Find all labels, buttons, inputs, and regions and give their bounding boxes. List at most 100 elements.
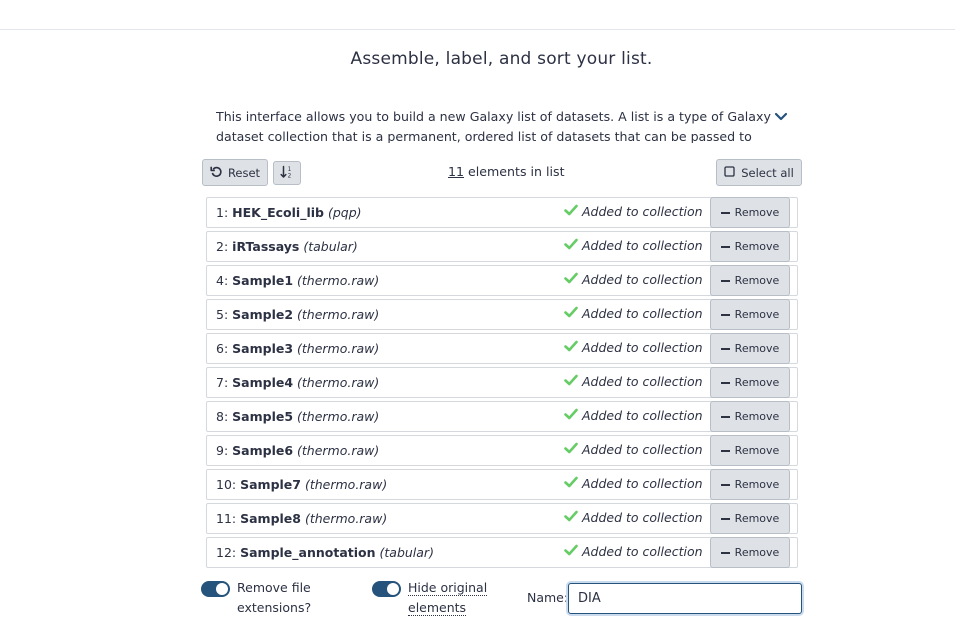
list-item[interactable]: 2: iRTassays (tabular) Added to collectio…: [206, 231, 798, 262]
element-label: 9: Sample6 (thermo.raw): [216, 443, 379, 458]
remove-extensions-toggle[interactable]: [201, 581, 230, 597]
minus-icon: [720, 449, 730, 452]
element-index: 8:: [216, 409, 229, 424]
element-extension: (tabular): [379, 545, 434, 560]
list-item[interactable]: 4: Sample1 (thermo.raw) Added to collecti…: [206, 265, 798, 296]
element-index: 7:: [216, 375, 229, 390]
element-index: 10:: [216, 477, 237, 492]
remove-label: Remove: [734, 512, 780, 525]
element-index: 1:: [216, 205, 229, 220]
minus-icon: [720, 279, 730, 282]
minus-icon: [720, 517, 730, 520]
remove-label: Remove: [734, 410, 780, 423]
element-status: Added to collection: [564, 510, 703, 525]
element-status: Added to collection: [564, 408, 703, 423]
remove-label: Remove: [734, 342, 780, 355]
remove-button[interactable]: Remove: [710, 503, 790, 534]
remove-button[interactable]: Remove: [710, 435, 790, 466]
element-extension: (thermo.raw): [297, 409, 380, 424]
element-status-text: Added to collection: [582, 272, 703, 287]
remove-button[interactable]: Remove: [710, 299, 790, 330]
svg-text:2: 2: [288, 173, 292, 179]
element-status: Added to collection: [564, 476, 703, 491]
remove-label: Remove: [734, 376, 780, 389]
list-item[interactable]: 7: Sample4 (thermo.raw) Added to collecti…: [206, 367, 798, 398]
undo-icon: [210, 165, 223, 181]
check-icon: [564, 306, 578, 321]
element-label: 7: Sample4 (thermo.raw): [216, 375, 379, 390]
list-item[interactable]: 6: Sample3 (thermo.raw) Added to collecti…: [206, 333, 798, 364]
minus-icon: [720, 551, 730, 554]
element-name: Sample4: [232, 375, 294, 390]
check-icon: [564, 408, 578, 423]
element-extension: (pqp): [327, 205, 362, 220]
element-status-text: Added to collection: [582, 340, 703, 355]
top-divider: [0, 29, 955, 30]
remove-button[interactable]: Remove: [710, 333, 790, 364]
remove-button[interactable]: Remove: [710, 367, 790, 398]
element-index: 12:: [216, 545, 237, 560]
minus-icon: [720, 347, 730, 350]
sort-numeric-icon: 12: [280, 165, 294, 182]
select-all-button[interactable]: Select all: [716, 159, 802, 186]
element-extension: (tabular): [303, 239, 358, 254]
remove-label: Remove: [734, 546, 780, 559]
remove-button[interactable]: Remove: [710, 469, 790, 500]
minus-icon: [720, 313, 730, 316]
list-item[interactable]: 10: Sample7 (thermo.raw) Added to collect…: [206, 469, 798, 500]
element-label: 6: Sample3 (thermo.raw): [216, 341, 379, 356]
list-item[interactable]: 9: Sample6 (thermo.raw) Added to collecti…: [206, 435, 798, 466]
element-status: Added to collection: [564, 442, 703, 457]
element-extension: (thermo.raw): [304, 477, 388, 492]
element-extension: (thermo.raw): [304, 511, 388, 526]
element-index: 5:: [216, 307, 229, 322]
element-label: 2: iRTassays (tabular): [216, 239, 358, 254]
element-name: Sample1: [232, 273, 294, 288]
hide-original-label: Hide original elements: [408, 578, 508, 618]
remove-button[interactable]: Remove: [710, 401, 790, 432]
element-extension: (thermo.raw): [297, 341, 380, 356]
element-count-number[interactable]: 11: [448, 164, 464, 179]
name-label: Name:: [527, 590, 569, 605]
remove-button[interactable]: Remove: [710, 197, 790, 228]
element-status-text: Added to collection: [582, 204, 703, 219]
remove-label: Remove: [734, 478, 780, 491]
element-label: 10: Sample7 (thermo.raw): [216, 477, 387, 492]
element-index: 6:: [216, 341, 229, 356]
list-item[interactable]: 11: Sample8 (thermo.raw) Added to collect…: [206, 503, 798, 534]
check-icon: [564, 340, 578, 355]
element-label: 11: Sample8 (thermo.raw): [216, 511, 387, 526]
check-icon: [564, 442, 578, 457]
element-name: Sample6: [232, 443, 294, 458]
element-extension: (thermo.raw): [297, 307, 380, 322]
element-status: Added to collection: [564, 204, 703, 219]
list-item[interactable]: 12: Sample_annotation (tabular) Added to …: [206, 537, 798, 568]
remove-label: Remove: [734, 206, 780, 219]
list-item[interactable]: 1: HEK_Ecoli_lib (pqp) Added to collectio…: [206, 197, 798, 228]
list-item[interactable]: 8: Sample5 (thermo.raw) Added to collecti…: [206, 401, 798, 432]
remove-button[interactable]: Remove: [710, 231, 790, 262]
intro-text: This interface allows you to build a new…: [216, 109, 771, 143]
list-item[interactable]: 5: Sample2 (thermo.raw) Added to collecti…: [206, 299, 798, 330]
element-label: 1: HEK_Ecoli_lib (pqp): [216, 205, 362, 220]
select-all-label: Select all: [741, 165, 794, 180]
check-icon: [564, 204, 578, 219]
remove-label: Remove: [734, 308, 780, 321]
collection-name-input[interactable]: [568, 583, 802, 614]
element-status-text: Added to collection: [582, 544, 703, 559]
minus-icon: [720, 211, 730, 214]
hide-original-toggle[interactable]: [372, 581, 401, 597]
sort-button[interactable]: 12: [273, 161, 301, 185]
check-icon: [564, 476, 578, 491]
element-name: Sample2: [232, 307, 294, 322]
remove-button[interactable]: Remove: [710, 265, 790, 296]
reset-button[interactable]: Reset: [202, 159, 268, 186]
element-status: Added to collection: [564, 238, 703, 253]
chevron-down-icon[interactable]: [773, 110, 789, 124]
page-title: Assemble, label, and sort your list.: [350, 49, 653, 69]
check-icon: [564, 238, 578, 253]
element-status-text: Added to collection: [582, 510, 703, 525]
toggle-knob: [387, 583, 399, 595]
element-status-text: Added to collection: [582, 306, 703, 321]
remove-button[interactable]: Remove: [710, 537, 790, 568]
